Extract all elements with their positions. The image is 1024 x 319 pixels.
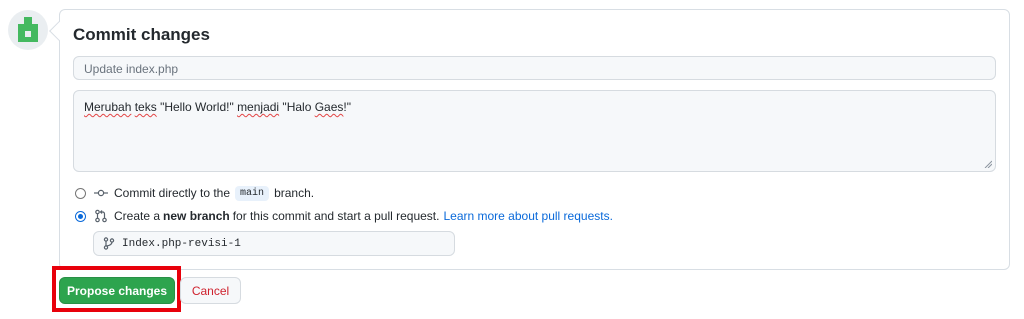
misspelled-word: Merubah [84, 100, 132, 114]
commit-title: Commit changes [73, 25, 210, 44]
commit-summary-input[interactable]: Update index.php [73, 56, 996, 80]
new-branch-radio[interactable] [75, 210, 86, 222]
propose-changes-button[interactable]: Propose changes [59, 277, 175, 304]
misspelled-word: teks [134, 100, 157, 114]
description-text-segment: "Hello World!" [156, 100, 238, 114]
box-pointer [49, 21, 69, 41]
commit-direct-option[interactable]: Commit directly to the main branch. [75, 185, 314, 201]
new-branch-label-bold: new branch [163, 209, 230, 223]
misspelled-word: menjadi [237, 100, 280, 114]
avatar-pixel [18, 37, 38, 42]
commit-direct-suffix: branch. [274, 186, 315, 200]
git-pull-request-icon [94, 209, 108, 223]
misspelled-word: Gaes [314, 100, 344, 114]
new-branch-label-suffix: for this commit and start a pull request… [232, 209, 440, 223]
git-commit-icon [94, 186, 108, 200]
new-branch-option[interactable]: Create a new branch for this commit and … [75, 208, 613, 224]
avatar-pixel [24, 17, 32, 24]
cancel-button[interactable]: Cancel [180, 277, 241, 304]
branch-code-main: main [235, 185, 270, 201]
learn-more-pull-requests-link[interactable]: Learn more about pull requests. [443, 209, 612, 223]
avatar[interactable] [8, 10, 48, 50]
description-text-segment: !" [343, 100, 351, 114]
commit-direct-radio[interactable] [75, 187, 86, 199]
commit-description-textarea[interactable]: Merubah teks "Hello World!" menjadi "Hal… [73, 90, 996, 172]
git-branch-icon [102, 237, 116, 251]
new-branch-label-prefix: Create a [114, 209, 161, 223]
description-text-segment: "Halo [279, 100, 315, 114]
commit-description-text: Merubah teks "Hello World!" menjadi "Hal… [84, 100, 351, 114]
branch-name-input[interactable]: Index.php-revisi-1 [93, 231, 455, 256]
avatar-pixel [18, 24, 38, 31]
branch-name-value: Index.php-revisi-1 [122, 237, 241, 250]
commit-direct-label: Commit directly to the [114, 186, 231, 200]
resize-handle-icon[interactable] [984, 160, 992, 168]
